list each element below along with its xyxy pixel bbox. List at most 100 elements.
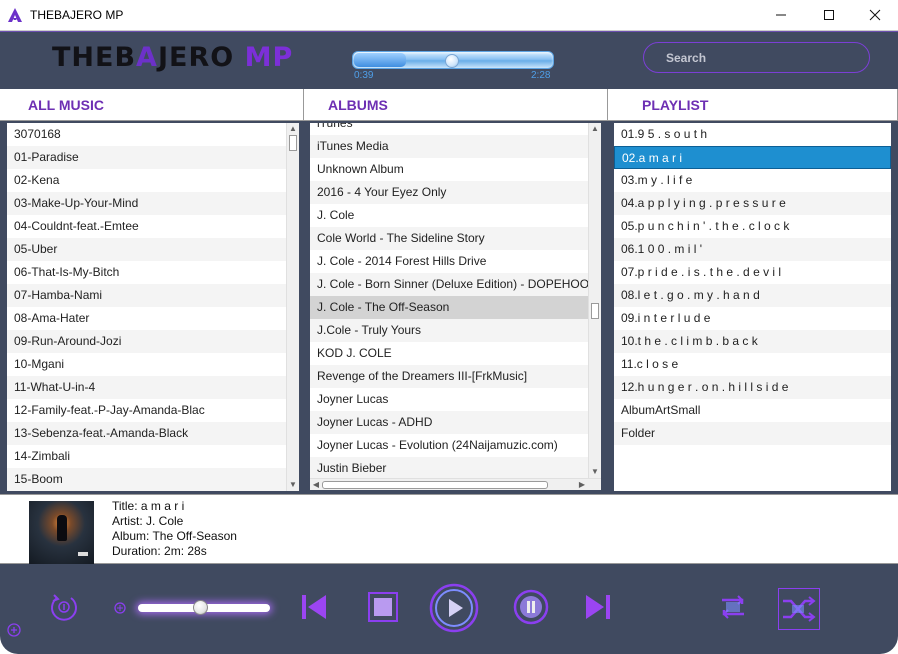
list-item[interactable]: 11-What-U-in-4 (7, 376, 286, 399)
pause-button[interactable] (512, 588, 550, 626)
album-item[interactable]: Joyner Lucas (310, 388, 588, 411)
playlist-item[interactable]: 06.1 0 0 . m i l ' (614, 238, 891, 261)
scroll-thumb[interactable] (591, 303, 599, 319)
add-icon (7, 623, 21, 637)
title-bar: THEBAJERO MP (0, 0, 898, 31)
window-title: THEBAJERO MP (30, 8, 124, 22)
header-bar: THEBAJERO MP 0:39 2:28 (0, 31, 898, 89)
playlist-item[interactable]: 04.a p p l y i n g . p r e s s u r e (614, 192, 891, 215)
playlist-item[interactable]: 10.t h e . c l i m b . b a c k (614, 330, 891, 353)
playlist-item[interactable]: 02.a m a r i (614, 146, 891, 169)
list-item[interactable]: 09-Run-Around-Jozi (7, 330, 286, 353)
seek-bar-thumb[interactable] (445, 54, 459, 68)
list-item[interactable]: 02-Kena (7, 169, 286, 192)
list-item[interactable]: 13-Sebenza-feat.-Amanda-Black (7, 422, 286, 445)
playlist-item[interactable]: AlbumArtSmall (614, 399, 891, 422)
list-item[interactable]: 12-Family-feat.-P-Jay-Amanda-Blac (7, 399, 286, 422)
all-music-list[interactable]: 3070168 01-Paradise 02-Kena 03-Make-Up-Your… (7, 123, 286, 491)
stop-button[interactable] (366, 590, 400, 624)
repeat-icon (722, 595, 744, 619)
volume-icon (114, 602, 126, 614)
list-item[interactable]: 06-That-Is-My-Bitch (7, 261, 286, 284)
previous-button[interactable] (298, 590, 330, 624)
scroll-down-icon[interactable]: ▼ (287, 479, 299, 491)
playlist-item[interactable]: 12.h u n g e r . o n . h i l l s i d e (614, 376, 891, 399)
track-title: Title: a m a r i (112, 499, 185, 513)
album-cover (29, 501, 94, 564)
playlist-list[interactable]: 01.9 5 . s o u t h 02.a m a r i 03.m y . l… (614, 123, 891, 491)
playlist-item[interactable]: 01.9 5 . s o u t h (614, 123, 891, 146)
list-item[interactable]: 08-Ama-Hater (7, 307, 286, 330)
list-item[interactable]: 05-Uber (7, 238, 286, 261)
total-time: 2:28 (531, 70, 551, 81)
next-button[interactable] (582, 590, 614, 624)
scroll-down-icon[interactable]: ▼ (589, 466, 601, 478)
add-button[interactable] (7, 623, 21, 637)
brand-text-2: JERO (157, 42, 235, 73)
playlist-item[interactable]: Folder (614, 422, 891, 445)
album-item[interactable]: J. Cole - The Off-Season (310, 296, 588, 319)
album-item[interactable]: J. Cole - Born Sinner (Deluxe Edition) -… (310, 273, 588, 296)
next-icon (586, 595, 610, 619)
album-item[interactable]: Revenge of the Dreamers III-[FrkMusic] (310, 365, 588, 388)
album-item[interactable]: Unknown Album (310, 158, 588, 181)
list-item[interactable]: 03-Make-Up-Your-Mind (7, 192, 286, 215)
album-item[interactable]: Joyner Lucas - Evolution (24Naijamuzic.c… (310, 434, 588, 457)
volume-button[interactable] (112, 600, 128, 616)
search-input[interactable] (643, 42, 870, 73)
play-button[interactable] (428, 582, 480, 634)
scroll-thumb[interactable] (322, 481, 548, 489)
album-item[interactable]: KOD J. COLE (310, 342, 588, 365)
scroll-thumb[interactable] (289, 135, 297, 151)
seek-bar[interactable] (352, 51, 554, 69)
list-item[interactable]: 14-Zimbali (7, 445, 286, 468)
scroll-left-icon[interactable]: ◀ (310, 479, 322, 491)
close-button[interactable] (852, 0, 898, 30)
playlist-item[interactable]: 09.i n t e r l u d e (614, 307, 891, 330)
album-item[interactable]: J.Cole - Truly Yours (310, 319, 588, 342)
playlist-item[interactable]: 08.l e t . g o . m y . h a n d (614, 284, 891, 307)
all-music-scrollbar[interactable]: ▲ ▼ (286, 123, 299, 491)
repeat-button[interactable] (714, 588, 752, 626)
shuffle-button[interactable] (778, 588, 820, 630)
album-item[interactable]: 2016 - 4 Your Eyez Only (310, 181, 588, 204)
controls-bar (0, 564, 898, 654)
minimize-icon (776, 14, 786, 16)
playlist-item[interactable]: 03.m y . l i f e (614, 169, 891, 192)
brand-text: THEB (52, 42, 137, 73)
albums-hscrollbar[interactable]: ◀ ▶ (310, 478, 601, 490)
list-item[interactable]: 04-Couldnt-feat.-Emtee (7, 215, 286, 238)
list-item[interactable]: 15-Boom (7, 468, 286, 491)
cover-figure (57, 515, 67, 541)
playlist-item[interactable]: 07.p r i d e . i s . t h e . d e v i l (614, 261, 891, 284)
list-item[interactable]: 3070168 (7, 123, 286, 146)
brand-mp: MP (244, 42, 294, 73)
albums-vscrollbar[interactable]: ▲ ▼ (588, 123, 601, 478)
album-item[interactable]: Justin Bieber (310, 457, 588, 478)
volume-thumb[interactable] (193, 600, 208, 615)
maximize-button[interactable] (806, 0, 852, 30)
album-item[interactable]: Joyner Lucas - ADHD (310, 411, 588, 434)
albums-header: ALBUMS (304, 89, 608, 121)
album-item[interactable]: J. Cole - 2014 Forest Hills Drive (310, 250, 588, 273)
album-item[interactable]: iTunes (310, 123, 588, 135)
playlist-item[interactable]: 05.p u n c h i n ' . t h e . c l o c k (614, 215, 891, 238)
scroll-up-icon[interactable]: ▲ (287, 123, 299, 135)
list-item[interactable]: 01-Paradise (7, 146, 286, 169)
all-music-header: ALL MUSIC (0, 89, 304, 121)
pause-icon (513, 589, 549, 625)
album-item[interactable]: Cole World - The Sideline Story (310, 227, 588, 250)
scroll-up-icon[interactable]: ▲ (589, 123, 601, 135)
album-item[interactable]: J. Cole (310, 204, 588, 227)
maximize-icon (824, 10, 834, 20)
albums-list[interactable]: iTunes iTunes Media Unknown Album 2016 - 4 … (310, 123, 588, 478)
list-item[interactable]: 07-Hamba-Nami (7, 284, 286, 307)
previous-icon (302, 595, 326, 619)
repeat-one-button[interactable] (47, 590, 81, 624)
track-artist: Artist: J. Cole (112, 514, 184, 528)
list-item[interactable]: 10-Mgani (7, 353, 286, 376)
scroll-right-icon[interactable]: ▶ (576, 479, 588, 491)
minimize-button[interactable] (758, 0, 804, 30)
album-item[interactable]: iTunes Media (310, 135, 588, 158)
playlist-item[interactable]: 11.c l o s e (614, 353, 891, 376)
